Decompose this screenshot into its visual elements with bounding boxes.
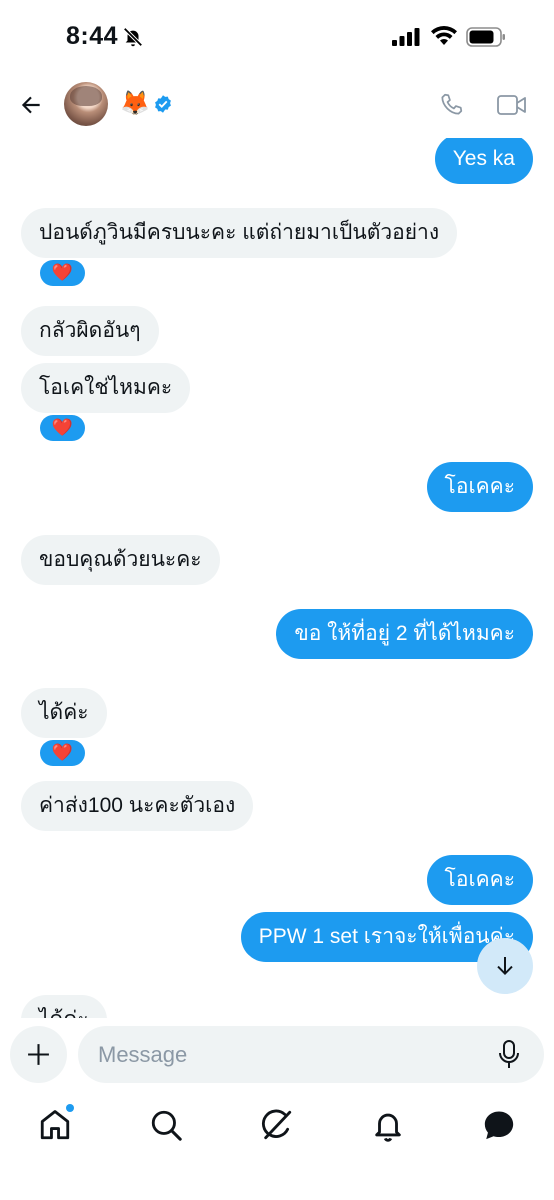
message-bubble[interactable]: ปอนด์ภูวินมีครบนะคะ แต่ถ่ายมาเป็นตัวอย่า…	[21, 208, 458, 258]
conversation-header: 🦊	[0, 72, 554, 138]
bell-muted-icon	[123, 27, 143, 47]
avatar[interactable]	[64, 82, 108, 126]
nav-home[interactable]	[38, 1104, 74, 1142]
message-incoming: ค่าส่ง100 นะคะตัวเอง	[21, 781, 254, 831]
add-media-button[interactable]	[10, 1026, 67, 1083]
home-icon	[40, 1110, 70, 1140]
nav-grok[interactable]	[260, 1108, 294, 1142]
phone-icon[interactable]	[438, 92, 464, 118]
status-bar: 8:44	[0, 0, 554, 72]
message-field[interactable]	[78, 1026, 544, 1083]
heart-reaction[interactable]: ❤️	[40, 260, 85, 286]
status-time: 8:44	[66, 22, 119, 50]
message-incoming: ได้ค่ะ	[21, 995, 107, 1018]
notification-dot	[66, 1104, 74, 1112]
composer	[0, 1018, 554, 1092]
message-bubble[interactable]: โอเคใช่ไหมคะ	[21, 363, 191, 413]
message-bubble[interactable]: โอเคคะ	[426, 855, 533, 905]
message-bubble[interactable]: ขอ ให้ที่อยู่ 2 ที่ได้ไหมคะ	[276, 609, 533, 659]
message-bubble[interactable]: กลัวผิดอันๆ	[21, 306, 159, 356]
contact-name-emoji: 🦊	[120, 90, 150, 117]
message-outgoing: Yes ka	[434, 138, 533, 184]
nav-messages[interactable]	[482, 1108, 516, 1142]
arrow-down-icon	[497, 957, 513, 975]
message-outgoing: โอเคคะ	[426, 462, 533, 512]
message-bubble[interactable]: Yes ka	[434, 138, 533, 184]
verified-badge-icon	[155, 95, 171, 113]
message-outgoing: โอเคคะ	[426, 855, 533, 905]
bell-icon	[375, 1113, 401, 1142]
message-input[interactable]	[98, 1026, 478, 1083]
message-bubble[interactable]: ได้ค่ะ	[21, 688, 107, 738]
nav-search[interactable]	[149, 1108, 183, 1142]
message-bubble[interactable]: ขอบคุณด้วยนะคะ	[21, 535, 220, 585]
message-bubble[interactable]: ค่าส่ง100 นะคะตัวเอง	[21, 781, 254, 831]
heart-reaction[interactable]: ❤️	[40, 740, 85, 766]
heart-reaction[interactable]: ❤️	[40, 415, 85, 441]
video-icon[interactable]	[497, 94, 527, 116]
message-bubble[interactable]: ได้ค่ะ	[21, 995, 107, 1018]
message-bubble[interactable]: โอเคคะ	[426, 462, 533, 512]
search-icon	[151, 1110, 182, 1141]
plus-icon	[28, 1044, 49, 1065]
message-list[interactable]: Yes ka ปอนด์ภูวินมีครบนะคะ แต่ถ่ายมาเป็น…	[0, 138, 554, 1018]
signal-icon	[392, 28, 420, 46]
message-outgoing: ขอ ให้ที่อยู่ 2 ที่ได้ไหมคะ	[276, 609, 533, 659]
battery-icon	[466, 27, 505, 47]
message-incoming: โอเคใช่ไหมคะ ❤️	[21, 363, 191, 441]
nav-notifications[interactable]	[371, 1108, 405, 1142]
messages-icon	[484, 1111, 514, 1140]
message-incoming: ได้ค่ะ ❤️	[21, 688, 107, 766]
wifi-icon	[431, 26, 457, 45]
message-incoming: ปอนด์ภูวินมีครบนะคะ แต่ถ่ายมาเป็นตัวอย่า…	[21, 208, 458, 286]
grok-icon	[261, 1109, 292, 1140]
message-incoming: กลัวผิดอันๆ	[21, 306, 159, 356]
microphone-icon[interactable]	[498, 1040, 520, 1070]
bottom-navigation	[0, 1092, 554, 1200]
back-arrow-icon[interactable]	[18, 92, 44, 118]
scroll-to-bottom-button[interactable]	[477, 938, 533, 994]
message-incoming: ขอบคุณด้วยนะคะ	[21, 535, 220, 585]
